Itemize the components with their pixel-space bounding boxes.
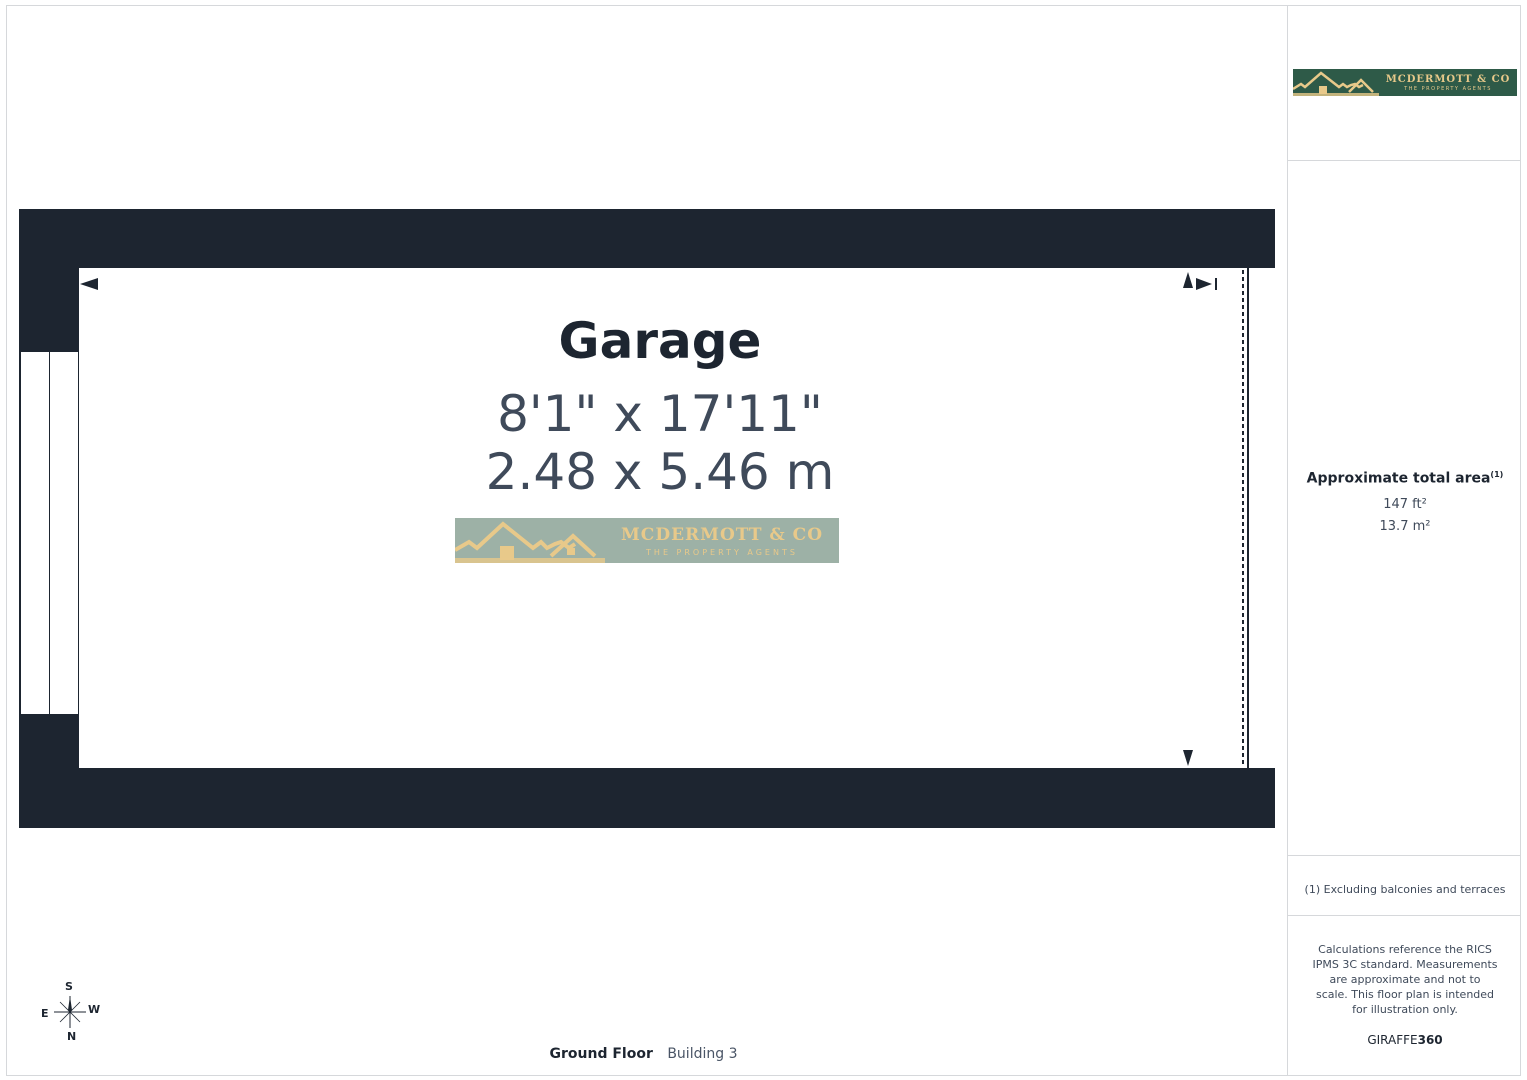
floor-label: Ground Floor [549, 1046, 653, 1062]
sidebar-brand-name: MCDERMOTT & CO [1385, 73, 1511, 85]
area-title-note: (1) [1490, 470, 1504, 479]
room-name: Garage [558, 312, 762, 370]
provider-suffix: 360 [1417, 1033, 1443, 1047]
room-dimensions-metric: 2.48 x 5.46 m [485, 443, 835, 501]
compass-e: E [41, 1007, 49, 1020]
sidebar-divider [1288, 160, 1521, 161]
window-left-outer [20, 351, 50, 715]
brand-name: MCDERMOTT & CO [620, 524, 824, 545]
floor-caption: Ground Floor Building 3 [0, 1046, 1287, 1062]
watermark-logo: MCDERMOTT & CO THE PROPERTY AGENTS [455, 518, 839, 563]
provider-credit: GIRAFFE360 [1288, 1033, 1522, 1047]
compass: S E W N [38, 980, 104, 1044]
sidebar-divider [1288, 915, 1521, 916]
sidebar-logo-text: MCDERMOTT & CO THE PROPERTY AGENTS [1379, 74, 1517, 92]
area-title: Approximate total area(1) [1288, 470, 1522, 487]
room-dimensions-imperial: 8'1" x 17'11" [497, 385, 823, 443]
dimension-arrow-left [80, 278, 98, 290]
area-title-text: Approximate total area [1306, 470, 1491, 487]
area-metric: 13.7 m² [1379, 519, 1431, 534]
building-label: Building 3 [667, 1046, 738, 1062]
provider-prefix: GIRAFFE [1367, 1033, 1418, 1047]
compass-rose-icon [54, 996, 86, 1028]
sidebar-brand-tagline: THE PROPERTY AGENTS [1404, 85, 1492, 92]
window-left-inner [49, 351, 79, 715]
footnote: (1) Excluding balconies and terraces [1304, 883, 1506, 896]
disclaimer: Calculations reference the RICS IPMS 3C … [1312, 943, 1498, 1016]
area-imperial: 147 ft² [1383, 497, 1427, 512]
watermark-logo-text: MCDERMOTT & CO THE PROPERTY AGENTS [605, 525, 839, 557]
compass-s: S [65, 980, 73, 993]
brand-tagline: THE PROPERTY AGENTS [646, 547, 798, 557]
compass-n: N [67, 1030, 77, 1043]
garage-door [1183, 268, 1249, 768]
sidebar-divider [1288, 855, 1521, 856]
house-roofs-icon [1293, 71, 1379, 96]
house-roofs-icon [455, 521, 605, 563]
sidebar-logo: MCDERMOTT & CO THE PROPERTY AGENTS [1293, 69, 1517, 96]
wall-top [19, 209, 1275, 268]
wall-bottom [19, 768, 1275, 828]
compass-w: W [88, 1003, 101, 1016]
info-sidebar: MCDERMOTT & CO THE PROPERTY AGENTS Appro… [1287, 5, 1521, 1076]
